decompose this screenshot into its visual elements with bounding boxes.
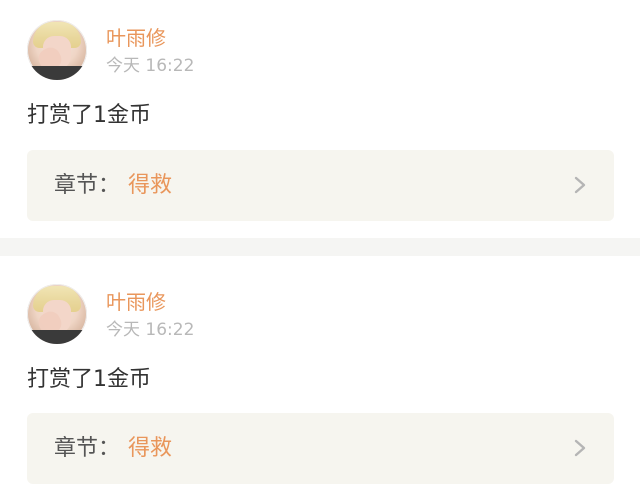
chapter-card[interactable]: 章节： 得救 [27, 150, 614, 221]
reward-message: 打赏了1金币 [27, 367, 151, 392]
avatar[interactable] [27, 284, 87, 344]
section-divider [0, 238, 640, 256]
avatar[interactable] [27, 20, 87, 80]
chevron-right-icon [574, 176, 586, 194]
chapter-title: 得救 [128, 436, 173, 461]
username[interactable]: 叶雨修 [106, 26, 166, 50]
chapter-card[interactable]: 章节： 得救 [27, 413, 614, 484]
chapter-title: 得救 [128, 173, 173, 198]
avatar-shirt [27, 330, 87, 344]
avatar-shirt [27, 66, 87, 80]
reward-message: 打赏了1金币 [27, 103, 151, 128]
chevron-right-icon [574, 439, 586, 457]
feed-item: 叶雨修 今天 16:22 打赏了1金币 章节： 得救 [0, 256, 640, 494]
timestamp: 今天 16:22 [106, 56, 195, 76]
timestamp: 今天 16:22 [106, 320, 195, 340]
chapter-label: 章节： [54, 173, 121, 198]
feed-item: 叶雨修 今天 16:22 打赏了1金币 章节： 得救 [0, 0, 640, 238]
reward-feed: 叶雨修 今天 16:22 打赏了1金币 章节： 得救 叶雨修 今天 16:22 … [0, 0, 640, 500]
chapter-label: 章节： [54, 436, 121, 461]
username[interactable]: 叶雨修 [106, 290, 166, 314]
